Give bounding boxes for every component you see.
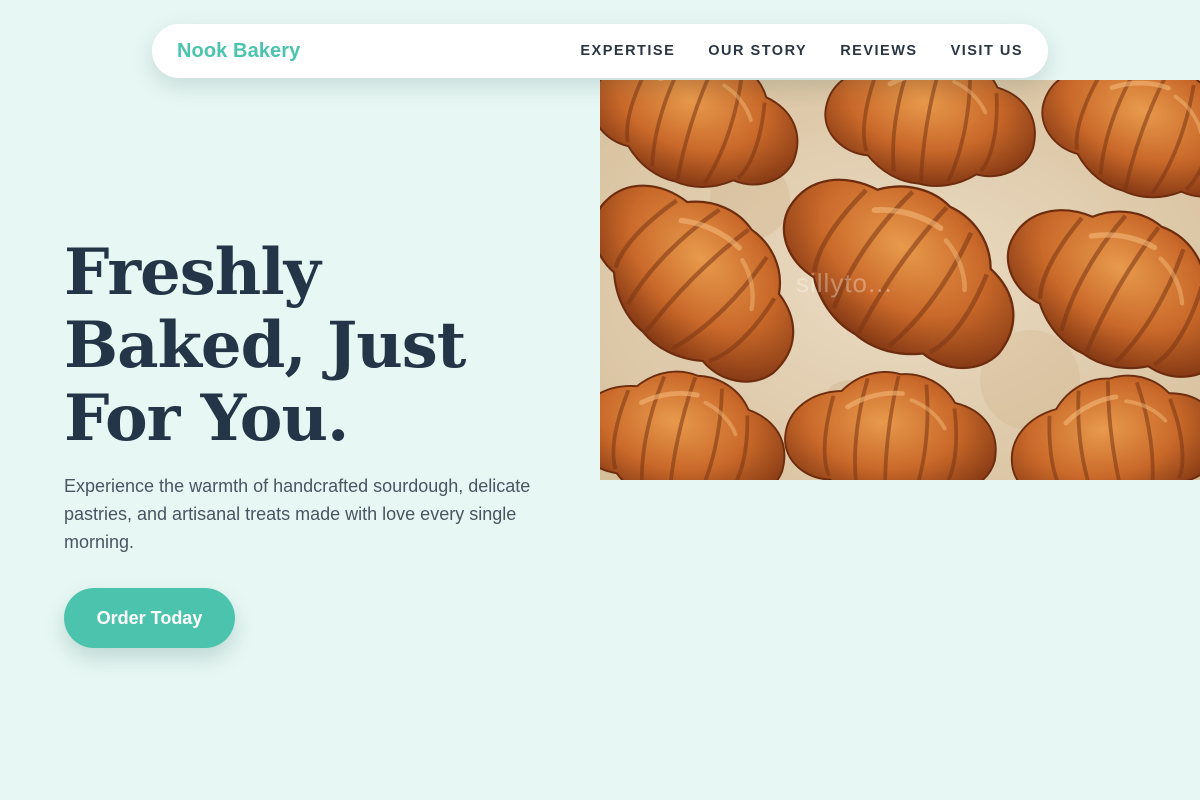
order-today-button[interactable]: Order Today [64,588,235,648]
landing-page: Nook Bakery EXPERTISE OUR STORY REVIEWS … [0,0,1200,800]
hero-title-line-1: Freshly [64,235,321,310]
nav-link-our-story[interactable]: OUR STORY [708,43,807,59]
nav-link-expertise[interactable]: EXPERTISE [580,43,675,59]
hero-title: Freshly Baked, Just For You. [64,236,534,455]
nav-link-reviews[interactable]: REVIEWS [840,43,917,59]
brand-logo-link[interactable]: Nook Bakery [177,40,300,63]
hero-description: Experience the warmth of handcrafted sou… [64,476,531,552]
nav-link-visit-us[interactable]: VISIT US [951,43,1023,59]
top-navbar: Nook Bakery EXPERTISE OUR STORY REVIEWS … [152,24,1048,78]
hero-title-line-3: For You. [64,381,349,456]
nav-links: EXPERTISE OUR STORY REVIEWS VISIT US [580,43,1023,59]
croissant-photo-illustration [600,80,1200,480]
hero-title-line-2: Baked, Just [64,308,466,383]
hero-croissant-image: sillyto... [600,80,1200,480]
